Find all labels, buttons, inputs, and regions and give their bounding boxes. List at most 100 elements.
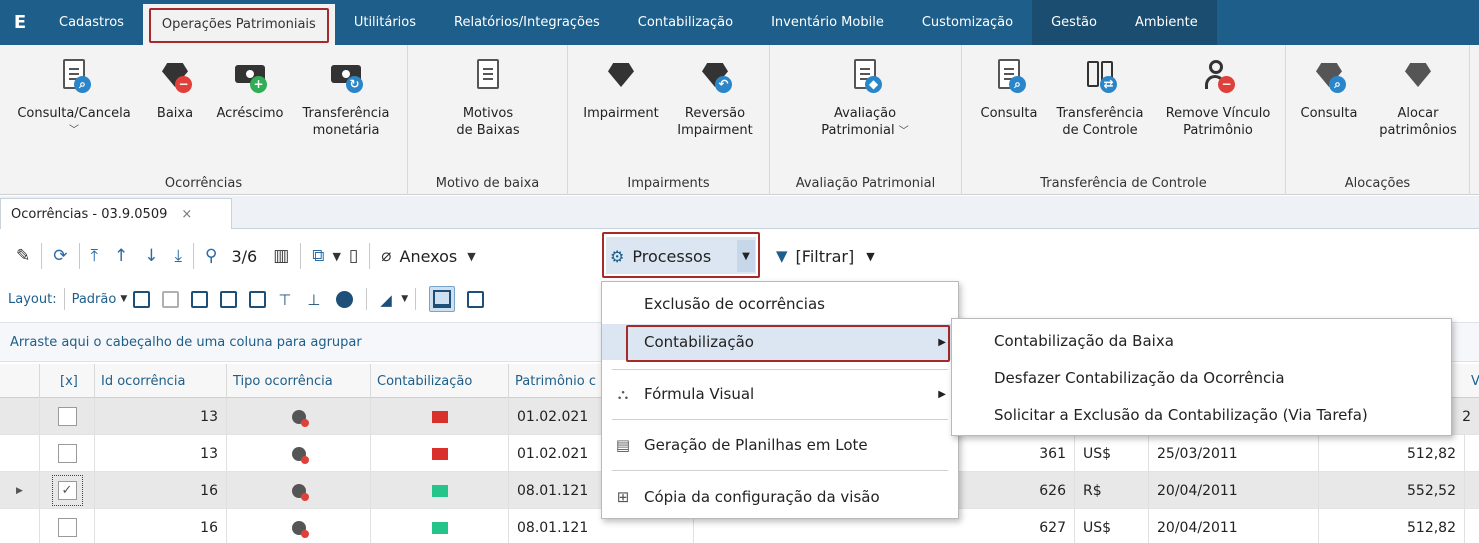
columns-icon[interactable]: ▥: [265, 246, 297, 266]
add-row-icon[interactable]: [133, 290, 151, 308]
reversao-gem-icon: ↶: [698, 57, 732, 95]
move-first-icon[interactable]: ⤒: [83, 246, 107, 266]
filtrar-dropdown-icon[interactable]: ▼: [866, 250, 874, 263]
menu-relatorios-integracoes[interactable]: Relatórios/Integrações: [435, 0, 619, 45]
export-icon[interactable]: ⧉: [304, 246, 332, 266]
anexos-button[interactable]: Anexos: [400, 247, 458, 266]
tipo-baixa-icon: [291, 520, 309, 538]
layout-select[interactable]: Padrão: [72, 292, 117, 307]
layout-toolbar: Layout: Padrão ▼ ⊤ ⊥ ◢ ▼: [0, 280, 620, 318]
cell-patrimonio: 01.02.021: [509, 398, 609, 435]
ribbon-group-label: Motivo de baixa: [435, 176, 540, 191]
baixa-button[interactable]: − Baixa: [150, 57, 200, 122]
acrescimo-button[interactable]: + Acréscimo: [210, 57, 290, 122]
ribbon-group-label: Ocorrências: [164, 176, 243, 191]
transferencia-de-controle-button[interactable]: ⇄ Transferência de Controle: [1048, 57, 1152, 139]
layout-label: Layout:: [8, 291, 57, 307]
menu-customizacao[interactable]: Customização: [903, 0, 1032, 45]
submenu-item-solicitar-exclusao[interactable]: Solicitar a Exclusão da Contabilização (…: [952, 397, 1451, 433]
menu-utilitarios[interactable]: Utilitários: [335, 0, 435, 45]
move-last-icon[interactable]: ⤓: [167, 246, 191, 266]
close-tab-icon[interactable]: ×: [181, 207, 192, 222]
edit-pencil-icon[interactable]: ✎: [8, 246, 38, 266]
document-icon[interactable]: ▯: [341, 246, 366, 266]
submenu-item-desfazer-contabilizacao[interactable]: Desfazer Contabilização da Ocorrência: [952, 360, 1451, 396]
header-select[interactable]: [x]: [40, 364, 95, 398]
consulta-transferencia-button[interactable]: ⌕ Consulta: [972, 57, 1046, 122]
menu-inventario-mobile[interactable]: Inventário Mobile: [752, 0, 903, 45]
menu-contabilizacao[interactable]: Contabilização: [619, 0, 752, 45]
shape-icon[interactable]: [336, 290, 354, 308]
row-checkbox[interactable]: [57, 407, 77, 426]
person-remove-icon: −: [1201, 57, 1235, 95]
search-icon[interactable]: ⚲: [197, 246, 225, 266]
move-up-icon[interactable]: ↑: [106, 246, 136, 266]
avaliacao-patrimonial-button[interactable]: ◆ Avaliação Patrimonial ﹀: [800, 57, 930, 140]
unpin-icon[interactable]: ⊥: [307, 291, 324, 309]
flag-green-icon: [431, 521, 448, 534]
checklist-icon: ◆: [848, 57, 882, 95]
header-id-ocorrencia[interactable]: Id ocorrência: [95, 364, 227, 398]
menu-gestao[interactable]: Gestão: [1032, 0, 1116, 45]
header-v[interactable]: V: [1465, 364, 1479, 398]
chevron-down-icon[interactable]: ▼: [120, 294, 127, 304]
pin-icon[interactable]: ⊤: [278, 291, 295, 309]
cell-valor: 552,52: [1319, 472, 1465, 509]
gem-search-icon: ⌕: [1312, 57, 1346, 95]
header-patrimonio[interactable]: Patrimônio c: [509, 364, 609, 398]
chart-dropdown-icon[interactable]: ▼: [401, 294, 408, 304]
view-split-icon[interactable]: [467, 290, 485, 308]
contabilizacao-submenu: Contabilização da Baixa Desfazer Contabi…: [951, 318, 1452, 436]
flag-green-icon: [431, 484, 448, 497]
remove-vinculo-patrimonio-button[interactable]: − Remove Vínculo Patrimônio: [1156, 57, 1280, 139]
consulta-alocacao-button[interactable]: ⌕ Consulta: [1292, 57, 1366, 122]
alocar-patrimonios-button[interactable]: Alocar patrimônios: [1370, 57, 1466, 139]
header-tipo-ocorrencia[interactable]: Tipo ocorrência: [227, 364, 371, 398]
upload-icon[interactable]: [220, 290, 238, 308]
ribbon-group-label: Avaliação Patrimonial: [795, 176, 936, 191]
impairment-button[interactable]: Impairment: [576, 57, 666, 122]
menu-ambiente[interactable]: Ambiente: [1115, 0, 1217, 45]
row-indicator-icon: ▶: [0, 472, 40, 509]
cell-moeda: US$: [1075, 509, 1149, 543]
refresh-icon[interactable]: ⟳: [45, 246, 75, 266]
row-checkbox[interactable]: [57, 518, 77, 537]
expand-icon[interactable]: [191, 290, 209, 308]
grid-copy-icon: ⊞: [616, 488, 630, 506]
tab-ocorrencias[interactable]: Ocorrências - 03.9.0509 ×: [0, 198, 232, 229]
menu-item-copia-configuracao[interactable]: ⊞ Cópia da configuração da visão: [602, 479, 958, 515]
menu-item-exclusao-ocorrencias[interactable]: Exclusão de ocorrências: [602, 286, 958, 322]
menu-item-formula-visual[interactable]: ⛬ Fórmula Visual ▶: [602, 376, 958, 412]
row-checkbox[interactable]: ✓: [51, 475, 83, 506]
consulta-cancela-button[interactable]: ⌕ Consulta/Cancela ﹀: [8, 57, 140, 139]
header-contabilizacao[interactable]: Contabilização: [371, 364, 509, 398]
chevron-down-icon: ﹀: [69, 125, 79, 136]
cell-id: 13: [95, 398, 227, 435]
row-checkbox[interactable]: [57, 444, 77, 463]
submenu-arrow-icon: ▶: [938, 388, 946, 400]
baixa-gem-icon: −: [158, 57, 192, 95]
consulta-doc-icon: ⌕: [57, 57, 91, 95]
ribbon-group-label: Impairments: [627, 176, 710, 191]
chart-icon[interactable]: ◢: [380, 291, 397, 309]
menu-item-geracao-planilhas[interactable]: ▤ Geração de Planilhas em Lote: [602, 427, 958, 463]
anexos-dropdown-icon[interactable]: ▼: [467, 250, 475, 263]
delete-row-icon[interactable]: [162, 290, 180, 308]
export-dropdown-icon[interactable]: ▼: [332, 250, 340, 263]
view-bottom-panel-icon[interactable]: [429, 286, 456, 312]
paperclip-icon[interactable]: ⌀: [373, 246, 399, 266]
menu-operacoes-patrimoniais[interactable]: Operações Patrimoniais: [142, 4, 335, 45]
ribbon-group-label: Transferência de Controle: [1040, 176, 1207, 191]
move-down-icon[interactable]: ↓: [136, 246, 166, 266]
reversao-impairment-button[interactable]: ↶ Reversão Impairment: [670, 57, 760, 139]
document-tabs: Ocorrências - 03.9.0509 ×: [0, 196, 1479, 229]
tipo-baixa-icon: [291, 409, 309, 427]
menu-cadastros[interactable]: Cadastros: [40, 0, 143, 45]
download-icon[interactable]: [249, 290, 267, 308]
motivos-de-baixas-button[interactable]: Motivos de Baixas: [428, 57, 548, 139]
app-logo-icon[interactable]: E: [0, 0, 40, 45]
cell-data: 20/04/2011: [1149, 472, 1319, 509]
submenu-item-contabilizacao-baixa[interactable]: Contabilização da Baixa: [952, 323, 1451, 359]
transferencia-monetaria-button[interactable]: ↻ Transferência monetária: [292, 57, 400, 139]
filtrar-button[interactable]: ▼ [Filtrar] ▼: [776, 240, 875, 272]
